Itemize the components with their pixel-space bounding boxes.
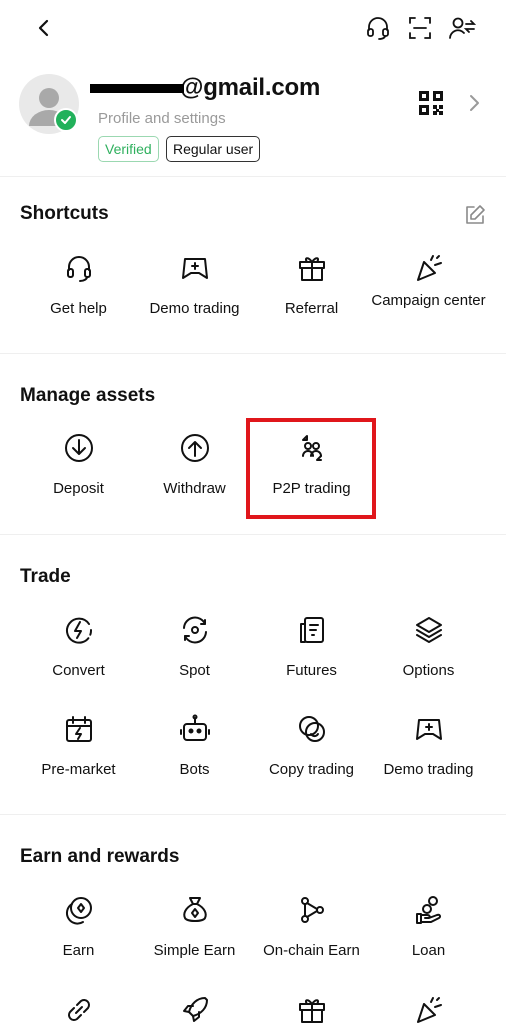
calendar-bolt-icon — [63, 713, 95, 745]
hand-coin-icon — [413, 894, 445, 926]
shortcut-label: Demo trading — [149, 300, 240, 317]
trade-label: Copy trading — [268, 761, 355, 778]
earn-more-2[interactable] — [136, 994, 253, 1024]
trade-demo-trading[interactable]: Demo trading — [370, 713, 487, 778]
earn-title: Earn and rewards — [20, 846, 180, 867]
shortcut-campaign-center[interactable]: Campaign center — [370, 252, 487, 309]
shortcut-referral[interactable]: Referral — [253, 252, 370, 317]
shortcut-label: Campaign center — [371, 292, 486, 309]
earn-more-3[interactable] — [253, 994, 370, 1024]
earn-label: On-chain Earn — [263, 942, 360, 959]
trade-bots[interactable]: Bots — [136, 713, 253, 778]
manage-assets-title: Manage assets — [20, 385, 156, 406]
asset-label: Withdraw — [163, 480, 226, 497]
scan-icon[interactable] — [405, 13, 435, 43]
asset-deposit[interactable]: Deposit — [20, 432, 137, 497]
account-switch-icon[interactable] — [447, 13, 477, 43]
trade-label: Bots — [179, 761, 210, 778]
divider — [0, 814, 506, 815]
trade-copy-trading[interactable]: Copy trading — [253, 713, 370, 778]
robot-icon — [179, 713, 211, 745]
earn-label: Simple Earn — [153, 942, 236, 959]
layers-icon — [413, 614, 445, 646]
divider — [0, 353, 506, 354]
deposit-arrow-icon — [63, 432, 95, 464]
trade-label: Convert — [52, 662, 105, 679]
asset-label: Deposit — [53, 480, 104, 497]
edit-icon[interactable] — [464, 204, 486, 226]
earn-more-1[interactable] — [20, 994, 137, 1024]
earn-label: Earn — [62, 942, 95, 959]
highlight-box — [246, 418, 376, 519]
trade-label: Pre-market — [41, 761, 116, 778]
chevron-right-icon[interactable] — [466, 94, 482, 112]
withdraw-arrow-icon — [179, 432, 211, 464]
trade-label: Spot — [179, 662, 210, 679]
trade-options[interactable]: Options — [370, 614, 487, 679]
divider — [0, 176, 506, 177]
divider — [0, 534, 506, 535]
earn-earn[interactable]: Earn — [20, 894, 137, 959]
redaction-bar — [90, 84, 184, 93]
earn-simple-earn[interactable]: Simple Earn — [136, 894, 253, 959]
party-popper-icon — [413, 252, 445, 284]
copy-circles-icon — [296, 713, 328, 745]
asset-withdraw[interactable]: Withdraw — [136, 432, 253, 497]
gamepad-plus-icon — [179, 252, 211, 284]
verified-badge: Verified — [98, 136, 159, 162]
shortcut-label: Referral — [284, 300, 339, 317]
party-popper-icon — [413, 994, 445, 1024]
shortcut-label: Get help — [50, 300, 107, 317]
trade-pre-market[interactable]: Pre-market — [20, 713, 137, 778]
futures-doc-icon — [296, 614, 328, 646]
money-bag-icon — [179, 894, 211, 926]
trade-label: Options — [402, 662, 455, 679]
gift-icon — [296, 994, 328, 1024]
profile-settings-link[interactable]: Profile and settings — [98, 110, 226, 127]
shortcut-demo-trading[interactable]: Demo trading — [136, 252, 253, 317]
nodes-icon — [296, 894, 328, 926]
link-icon — [63, 994, 95, 1024]
earn-coin-icon — [63, 894, 95, 926]
earn-on-chain-earn[interactable]: On-chain Earn — [253, 894, 370, 959]
gift-icon — [296, 252, 328, 284]
trade-title: Trade — [20, 566, 71, 587]
earn-label: Loan — [411, 942, 446, 959]
rocket-icon — [179, 994, 211, 1024]
shortcut-get-help[interactable]: Get help — [20, 252, 137, 317]
spot-cycle-icon — [179, 614, 211, 646]
trade-label: Futures — [286, 662, 337, 679]
trade-convert[interactable]: Convert — [20, 614, 137, 679]
trade-spot[interactable]: Spot — [136, 614, 253, 679]
convert-bolt-icon — [63, 614, 95, 646]
back-arrow-icon[interactable] — [30, 14, 58, 42]
trade-futures[interactable]: Futures — [253, 614, 370, 679]
verified-check-icon — [54, 108, 78, 132]
account-email: @gmail.com — [90, 74, 320, 106]
top-bar — [0, 0, 506, 56]
shortcuts-title: Shortcuts — [20, 203, 109, 224]
trade-label: Demo trading — [383, 761, 474, 778]
earn-loan[interactable]: Loan — [370, 894, 487, 959]
qr-code-icon[interactable] — [418, 90, 444, 116]
headset-icon — [63, 252, 95, 284]
profile-card[interactable]: @gmail.com Profile and settings Verified… — [0, 66, 506, 176]
headset-icon[interactable] — [363, 13, 393, 43]
gamepad-plus-icon — [413, 713, 445, 745]
earn-more-4[interactable] — [370, 994, 487, 1024]
user-level-badge: Regular user — [166, 136, 261, 162]
